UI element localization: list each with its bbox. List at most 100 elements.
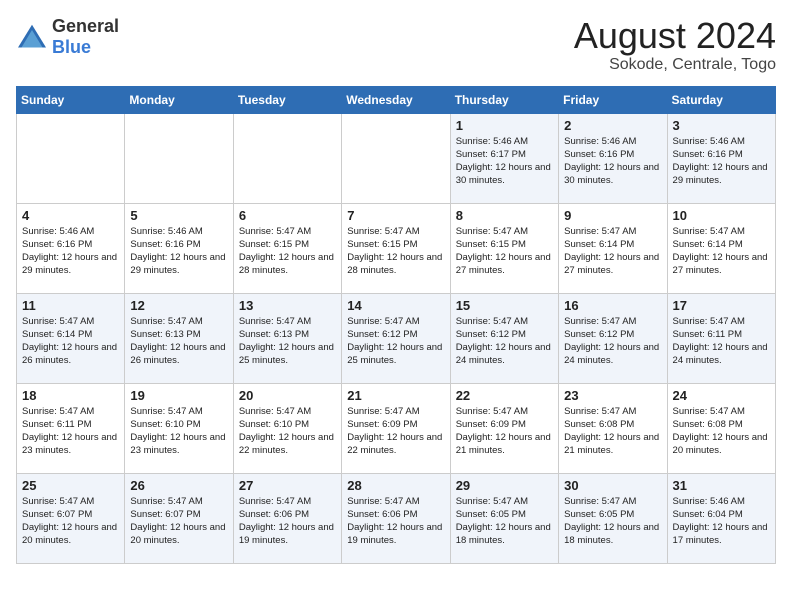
day-info: Sunrise: 5:47 AM Sunset: 6:14 PM Dayligh… (673, 225, 770, 278)
day-number: 1 (456, 118, 553, 133)
logo-blue: Blue (52, 37, 91, 57)
table-row: 27 Sunrise: 5:47 AM Sunset: 6:06 PM Dayli… (233, 473, 341, 563)
week-row-4: 18 Sunrise: 5:47 AM Sunset: 6:11 PM Dayli… (17, 383, 776, 473)
day-number: 21 (347, 388, 444, 403)
day-number: 24 (673, 388, 770, 403)
day-number: 12 (130, 298, 227, 313)
day-info: Sunrise: 5:47 AM Sunset: 6:05 PM Dayligh… (456, 495, 553, 548)
week-row-5: 25 Sunrise: 5:47 AM Sunset: 6:07 PM Dayli… (17, 473, 776, 563)
day-info: Sunrise: 5:46 AM Sunset: 6:16 PM Dayligh… (564, 135, 661, 188)
table-row: 10 Sunrise: 5:47 AM Sunset: 6:14 PM Dayli… (667, 203, 775, 293)
day-info: Sunrise: 5:47 AM Sunset: 6:08 PM Dayligh… (673, 405, 770, 458)
day-info: Sunrise: 5:47 AM Sunset: 6:06 PM Dayligh… (239, 495, 336, 548)
logo-icon (16, 23, 48, 51)
header-friday: Friday (559, 86, 667, 113)
day-info: Sunrise: 5:47 AM Sunset: 6:12 PM Dayligh… (456, 315, 553, 368)
day-number: 23 (564, 388, 661, 403)
day-number: 4 (22, 208, 119, 223)
day-number: 9 (564, 208, 661, 223)
day-info: Sunrise: 5:46 AM Sunset: 6:16 PM Dayligh… (673, 135, 770, 188)
day-number: 5 (130, 208, 227, 223)
day-number: 19 (130, 388, 227, 403)
header-wednesday: Wednesday (342, 86, 450, 113)
header-sunday: Sunday (17, 86, 125, 113)
day-number: 30 (564, 478, 661, 493)
table-row: 7Sunrise: 5:47 AM Sunset: 6:15 PM Daylig… (342, 203, 450, 293)
day-number: 25 (22, 478, 119, 493)
day-number: 17 (673, 298, 770, 313)
table-row: 5 Sunrise: 5:46 AM Sunset: 6:16 PM Daylig… (125, 203, 233, 293)
day-number: 16 (564, 298, 661, 313)
day-info: Sunrise: 5:47 AM Sunset: 6:12 PM Dayligh… (564, 315, 661, 368)
day-number: 2 (564, 118, 661, 133)
day-info: Sunrise: 5:47 AM Sunset: 6:09 PM Dayligh… (456, 405, 553, 458)
day-info: Sunrise: 5:47 AM Sunset: 6:14 PM Dayligh… (22, 315, 119, 368)
table-row: 18 Sunrise: 5:47 AM Sunset: 6:11 PM Dayli… (17, 383, 125, 473)
table-row: 6 Sunrise: 5:47 AM Sunset: 6:15 PM Daylig… (233, 203, 341, 293)
day-number: 28 (347, 478, 444, 493)
day-number: 14 (347, 298, 444, 313)
table-row: 25Sunrise: 5:47 AM Sunset: 6:07 PM Dayli… (17, 473, 125, 563)
table-row: 20Sunrise: 5:47 AM Sunset: 6:10 PM Dayli… (233, 383, 341, 473)
table-row: 16 Sunrise: 5:47 AM Sunset: 6:12 PM Dayli… (559, 293, 667, 383)
day-info: Sunrise: 5:46 AM Sunset: 6:04 PM Dayligh… (673, 495, 770, 548)
logo-general: General (52, 16, 119, 36)
table-row (17, 113, 125, 203)
header-tuesday: Tuesday (233, 86, 341, 113)
table-row: 1 Sunrise: 5:46 AM Sunset: 6:17 PM Daylig… (450, 113, 558, 203)
table-row (342, 113, 450, 203)
day-number: 13 (239, 298, 336, 313)
day-number: 27 (239, 478, 336, 493)
table-row: 21Sunrise: 5:47 AM Sunset: 6:09 PM Dayli… (342, 383, 450, 473)
day-info: Sunrise: 5:47 AM Sunset: 6:05 PM Dayligh… (564, 495, 661, 548)
day-number: 18 (22, 388, 119, 403)
day-info: Sunrise: 5:47 AM Sunset: 6:11 PM Dayligh… (22, 405, 119, 458)
table-row: 8Sunrise: 5:47 AM Sunset: 6:15 PM Daylig… (450, 203, 558, 293)
day-number: 31 (673, 478, 770, 493)
table-row: 2 Sunrise: 5:46 AM Sunset: 6:16 PM Daylig… (559, 113, 667, 203)
weekday-header-row: Sunday Monday Tuesday Wednesday Thursday… (17, 86, 776, 113)
day-info: Sunrise: 5:47 AM Sunset: 6:13 PM Dayligh… (130, 315, 227, 368)
calendar-subtitle: Sokode, Centrale, Togo (574, 56, 776, 74)
table-row: 23 Sunrise: 5:47 AM Sunset: 6:08 PM Dayli… (559, 383, 667, 473)
day-info: Sunrise: 5:46 AM Sunset: 6:17 PM Dayligh… (456, 135, 553, 188)
title-block: August 2024 Sokode, Centrale, Togo (574, 16, 776, 74)
table-row: 30 Sunrise: 5:47 AM Sunset: 6:05 PM Dayli… (559, 473, 667, 563)
day-info: Sunrise: 5:47 AM Sunset: 6:15 PM Dayligh… (239, 225, 336, 278)
table-row (233, 113, 341, 203)
day-info: Sunrise: 5:47 AM Sunset: 6:15 PM Dayligh… (456, 225, 553, 278)
week-row-3: 11 Sunrise: 5:47 AM Sunset: 6:14 PM Dayli… (17, 293, 776, 383)
day-info: Sunrise: 5:47 AM Sunset: 6:07 PM Dayligh… (130, 495, 227, 548)
table-row (125, 113, 233, 203)
day-info: Sunrise: 5:47 AM Sunset: 6:13 PM Dayligh… (239, 315, 336, 368)
day-info: Sunrise: 5:46 AM Sunset: 6:16 PM Dayligh… (130, 225, 227, 278)
table-row: 31 Sunrise: 5:46 AM Sunset: 6:04 PM Dayli… (667, 473, 775, 563)
day-number: 6 (239, 208, 336, 223)
day-number: 29 (456, 478, 553, 493)
day-info: Sunrise: 5:47 AM Sunset: 6:08 PM Dayligh… (564, 405, 661, 458)
page-header: General Blue August 2024 Sokode, Central… (16, 16, 776, 74)
table-row: 9Sunrise: 5:47 AM Sunset: 6:14 PM Daylig… (559, 203, 667, 293)
table-row: 24 Sunrise: 5:47 AM Sunset: 6:08 PM Dayli… (667, 383, 775, 473)
table-row: 15Sunrise: 5:47 AM Sunset: 6:12 PM Dayli… (450, 293, 558, 383)
day-info: Sunrise: 5:47 AM Sunset: 6:12 PM Dayligh… (347, 315, 444, 368)
day-number: 10 (673, 208, 770, 223)
header-thursday: Thursday (450, 86, 558, 113)
week-row-1: 1 Sunrise: 5:46 AM Sunset: 6:17 PM Daylig… (17, 113, 776, 203)
day-number: 11 (22, 298, 119, 313)
table-row: 3Sunrise: 5:46 AM Sunset: 6:16 PM Daylig… (667, 113, 775, 203)
logo: General Blue (16, 16, 119, 58)
table-row: 22 Sunrise: 5:47 AM Sunset: 6:09 PM Dayli… (450, 383, 558, 473)
table-row: 28 Sunrise: 5:47 AM Sunset: 6:06 PM Dayli… (342, 473, 450, 563)
day-number: 20 (239, 388, 336, 403)
day-number: 26 (130, 478, 227, 493)
table-row: 26 Sunrise: 5:47 AM Sunset: 6:07 PM Dayli… (125, 473, 233, 563)
table-row: 14 Sunrise: 5:47 AM Sunset: 6:12 PM Dayli… (342, 293, 450, 383)
table-row: 29 Sunrise: 5:47 AM Sunset: 6:05 PM Dayli… (450, 473, 558, 563)
table-row: 12 Sunrise: 5:47 AM Sunset: 6:13 PM Dayli… (125, 293, 233, 383)
calendar-title: August 2024 (574, 16, 776, 56)
table-row: 19Sunrise: 5:47 AM Sunset: 6:10 PM Dayli… (125, 383, 233, 473)
table-row: 13 Sunrise: 5:47 AM Sunset: 6:13 PM Dayli… (233, 293, 341, 383)
day-info: Sunrise: 5:47 AM Sunset: 6:06 PM Dayligh… (347, 495, 444, 548)
day-number: 22 (456, 388, 553, 403)
